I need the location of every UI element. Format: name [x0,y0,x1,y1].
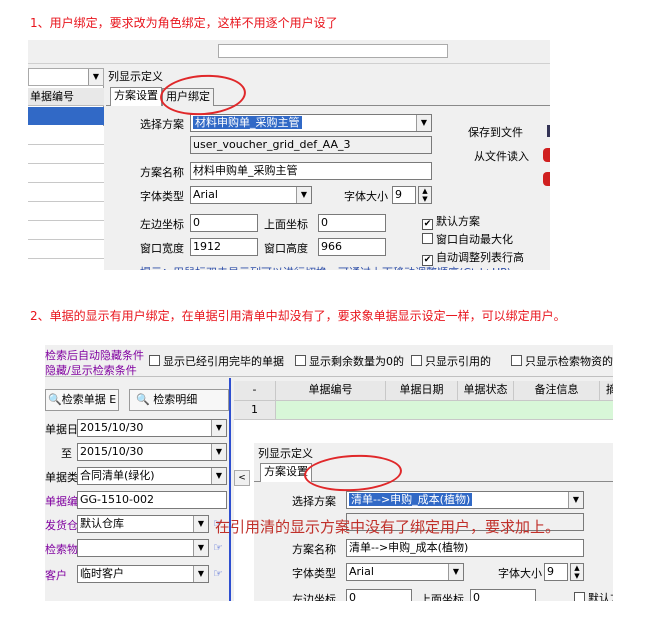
date-from-select[interactable]: 2015/10/30 ▼ [77,419,227,437]
screenshot-1: ▼ 单据编号 列显示定义 方案设置 用户绑定 选择方案 材料申购单_采购主管 ▼… [28,40,550,270]
size-label-2: 字体大小 [498,567,542,580]
chevron-down-icon[interactable]: ▼ [296,187,311,203]
overlay-note: 在引用清的显示方案中没有了绑定用户，要求加上。 [215,518,561,536]
font-label: 字体类型 [140,190,184,203]
dialog-title: 列显示定义 [108,70,163,83]
chevron-down-icon[interactable]: ▼ [193,516,208,532]
auto-hide-link[interactable]: 检索后自动隐藏条件 [45,347,144,363]
chevron-down-icon[interactable]: ▼ [211,420,226,436]
font-size-input[interactable]: 9 [392,186,416,204]
font-select-2-value: Arial [349,565,374,578]
search-icon: 🔍 [136,393,150,406]
chevron-down-icon[interactable]: ▼ [193,566,208,582]
record-icon [543,172,550,186]
type-select[interactable]: 合同清单(绿化) ▼ [77,467,227,485]
font-size-input-2[interactable]: 9 [544,563,568,581]
warehouse-select[interactable]: 默认仓库 ▼ [77,515,209,533]
check-icon: ✔ [422,219,433,230]
file-icon [547,125,550,137]
left-dropdown[interactable]: ▼ [28,68,104,86]
scroll-left-icon[interactable]: < [234,470,250,486]
record-icon [543,148,550,162]
grid-header-marker: - [234,381,276,401]
grid-header-date[interactable]: 单据日期 [386,381,458,401]
left-grid-header: 单据编号 [28,88,104,106]
left-grid-selected-row[interactable] [28,107,104,125]
table-row[interactable] [276,401,613,420]
save-to-file-button[interactable]: 保存到文件 [468,124,523,140]
scheme-select-2[interactable]: 清单-->申购_成本(植物) ▼ [346,491,584,509]
chevron-down-icon[interactable]: ▼ [416,115,431,131]
customer-label: 客户 [45,569,67,582]
font-select-2[interactable]: Arial ▼ [346,563,464,581]
filter-show-zero[interactable]: 显示剩余数量为0的 [295,353,404,369]
window-height-input[interactable]: 966 [318,238,386,256]
filter-only-material[interactable]: 只显示检索物资的明细 [511,353,613,369]
checkbox-default-scheme[interactable]: ✔ 默认方案 [422,213,480,230]
search-voucher-button[interactable]: 🔍检索单据 E [45,389,119,411]
grid-header-summary[interactable]: 摘要 [600,381,613,401]
font-size-spinner[interactable]: ▲ ▼ [418,186,432,204]
grid-header-remark[interactable]: 备注信息 [514,381,600,401]
hint-text: 提示：用鼠标双击显示列可以进行切换，可通过上下移动调整顺序(Ctrl+UP) [140,264,511,270]
tab-scheme-settings[interactable]: 方案设置 [110,87,162,106]
note-2: 2、单据的显示有用户绑定，在单据引用清单中却没有了，要求象单据显示设定一样，可以… [30,309,566,323]
window-width-input[interactable]: 1912 [190,238,258,256]
font-label-2: 字体类型 [292,567,336,580]
toggle-conditions-link[interactable]: 隐藏/显示检索条件 [45,362,137,378]
left-coord-input-2[interactable]: 0 [346,589,412,601]
grid-header-number[interactable]: 单据编号 [276,381,386,401]
clear-icon[interactable]: ☞ [213,541,223,554]
chevron-down-icon[interactable]: ▼ [568,492,583,508]
scheme-select-2-value: 清单-->申购_成本(植物) [349,493,473,506]
note-1: 1、用户绑定，要求改为角色绑定，这样不用逐个用户设了 [30,16,338,30]
load-from-file-button[interactable]: 从文件读入 [474,148,529,164]
font-size-spinner-2[interactable]: ▲ ▼ [570,563,584,581]
scheme-name-input[interactable]: 材料申购单_采购主管 [190,162,432,180]
scheme-label-2: 选择方案 [292,495,336,508]
left-coord-label: 左边坐标 [140,218,184,231]
chevron-down-icon[interactable]: ▼ [448,564,463,580]
date-to-label: 至 [61,447,72,460]
filter-show-referenced[interactable]: 显示已经引用完毕的单据 [149,353,284,369]
name-label: 方案名称 [140,166,184,179]
font-select-value: Arial [193,188,218,201]
checkbox-auto-maximize[interactable]: 窗口自动最大化 [422,231,513,247]
checkbox-default-scheme-2[interactable]: 默认方案 [574,590,613,601]
date-to-select[interactable]: 2015/10/30 ▼ [77,443,227,461]
top-coord-input[interactable]: 0 [318,214,386,232]
top-coord-label-2: 上面坐标 [420,593,464,601]
number-input[interactable]: GG-1510-002 [77,491,227,509]
grid-row-number: 1 [234,401,276,420]
search-detail-button[interactable]: 🔍 检索明细 [129,389,229,411]
material-select[interactable]: ▼ [77,539,209,557]
scheme-select-value: 材料申购单_采购主管 [193,116,302,129]
dialog-2-title: 列显示定义 [258,447,313,460]
left-coord-label-2: 左边坐标 [292,593,336,601]
scheme-code-field: user_voucher_grid_def_AA_3 [190,136,432,154]
chevron-down-icon[interactable]: ▼ [211,468,226,484]
filter-only-referenced[interactable]: 只显示引用的 [411,353,491,369]
clear-icon[interactable]: ☞ [213,567,223,580]
grid-header-status[interactable]: 单据状态 [458,381,514,401]
customer-select[interactable]: 临时客户 ▼ [77,565,209,583]
scheme-label: 选择方案 [140,118,184,131]
width-label: 窗口宽度 [140,242,184,255]
scheme-select[interactable]: 材料申购单_采购主管 ▼ [190,114,432,132]
name-label-2: 方案名称 [292,543,336,556]
size-label: 字体大小 [344,190,388,203]
search-icon: 🔍 [48,393,62,406]
top-coord-input-2[interactable]: 0 [470,589,536,601]
font-select[interactable]: Arial ▼ [190,186,312,204]
left-coord-input[interactable]: 0 [190,214,258,232]
scheme-name-input-2[interactable]: 清单-->申购_成本(植物) [346,539,584,557]
chevron-down-icon[interactable]: ▼ [88,69,103,85]
chevron-down-icon[interactable]: ▼ [211,444,226,460]
chevron-down-icon[interactable]: ▼ [193,540,208,556]
height-label: 窗口高度 [264,242,308,255]
top-coord-label: 上面坐标 [264,218,308,231]
